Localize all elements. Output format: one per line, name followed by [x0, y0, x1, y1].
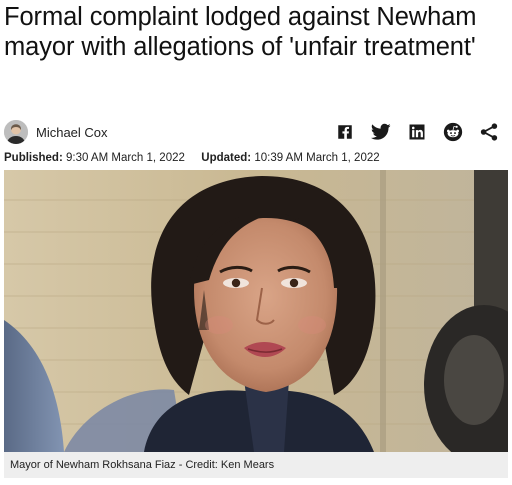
- article-photo[interactable]: [4, 170, 508, 452]
- twitter-icon[interactable]: [368, 120, 394, 144]
- reddit-icon[interactable]: [440, 120, 466, 144]
- byline: Michael Cox: [4, 118, 508, 146]
- updated-time: 10:39 AM March 1, 2022: [254, 152, 380, 164]
- facebook-icon[interactable]: [332, 120, 358, 144]
- updated-label: Updated:: [201, 152, 252, 164]
- share-toolbar: [332, 120, 502, 144]
- published-time: 9:30 AM March 1, 2022: [65, 152, 185, 164]
- article-page: Formal complaint lodged against Newham m…: [0, 0, 512, 485]
- article-headline: Formal complaint lodged against Newham m…: [4, 3, 477, 61]
- published-label: Published:: [4, 152, 63, 164]
- photo-caption: Mayor of Newham Rokhsana Fiaz - Credit: …: [4, 452, 508, 478]
- photo-illustration: [4, 170, 508, 452]
- author-avatar[interactable]: [4, 120, 28, 144]
- article-dates: Published: 9:30 AM March 1, 2022 Updated…: [4, 152, 380, 164]
- author-name[interactable]: Michael Cox: [36, 125, 108, 140]
- share-icon[interactable]: [476, 120, 502, 144]
- linkedin-icon[interactable]: [404, 120, 430, 144]
